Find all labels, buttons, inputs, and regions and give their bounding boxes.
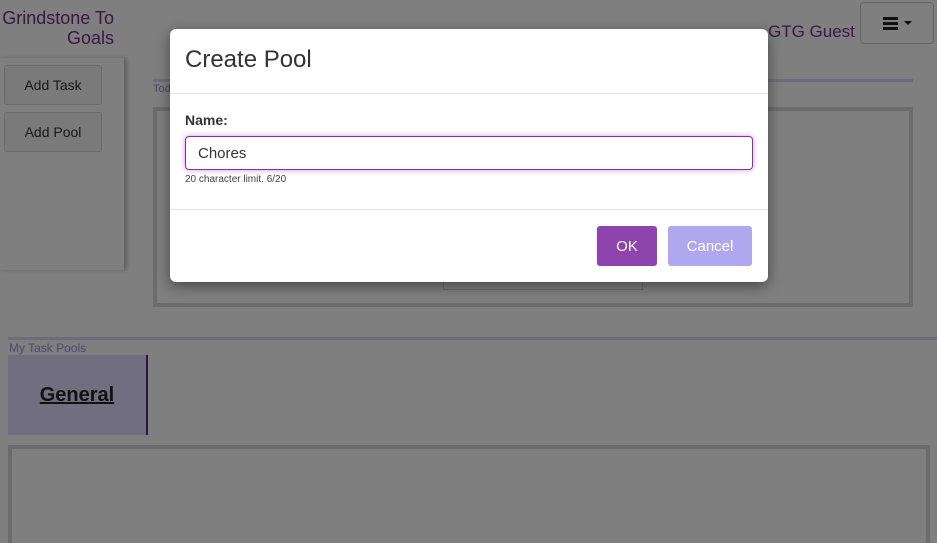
ok-button[interactable]: OK [597, 226, 657, 266]
name-field-label: Name: [185, 112, 228, 128]
dialog-footer: OK Cancel [170, 210, 768, 282]
dialog-body: Name: 20 character limit. 6/20 [170, 94, 768, 210]
dialog-header: Create Pool [170, 29, 768, 94]
pool-name-input[interactable] [185, 136, 753, 170]
cancel-button[interactable]: Cancel [668, 226, 752, 266]
create-pool-dialog: Create Pool Name: 20 character limit. 6/… [170, 29, 768, 282]
character-limit-hint: 20 character limit. 6/20 [185, 174, 287, 185]
dialog-title: Create Pool [185, 46, 312, 73]
